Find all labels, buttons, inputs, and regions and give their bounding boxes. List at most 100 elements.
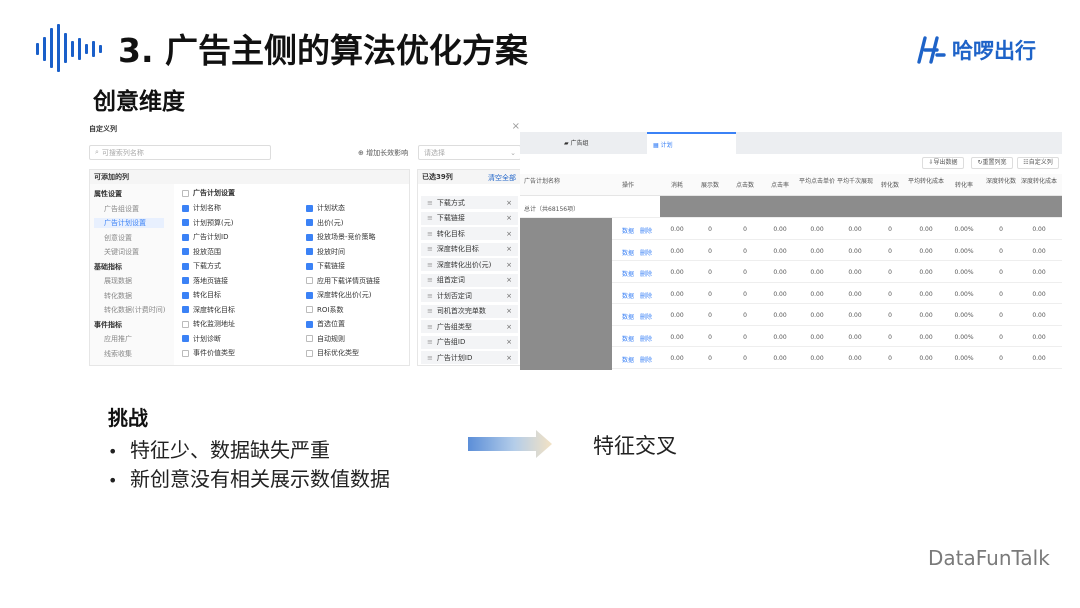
checkbox-checked[interactable] <box>182 262 189 270</box>
column-header[interactable]: 深度转化成本 <box>1020 178 1058 185</box>
drag-handle-icon[interactable]: ≡ <box>427 230 433 238</box>
column-option[interactable]: 计划名称 <box>182 203 221 213</box>
delete-link[interactable]: 删除 <box>640 291 652 300</box>
selected-column-item[interactable]: ≡ 司机首次完单数 × <box>421 304 518 318</box>
checkbox-checked[interactable] <box>182 291 189 299</box>
column-option[interactable]: 转化监测地址 <box>182 319 235 329</box>
data-link[interactable]: 数据 <box>622 226 634 235</box>
selected-column-item[interactable]: ≡ 下载链接 × <box>421 211 518 225</box>
data-link[interactable]: 数据 <box>622 312 634 321</box>
section-checkbox[interactable] <box>182 189 189 197</box>
column-header[interactable]: 转化数 <box>873 182 907 189</box>
nav-item[interactable]: 关键词设置 <box>104 247 139 257</box>
checkbox-checked[interactable] <box>306 320 313 328</box>
selected-column-item[interactable]: ≡ 广告组类型 × <box>421 320 518 333</box>
column-option[interactable]: 计划状态 <box>306 203 345 213</box>
drag-handle-icon[interactable]: ≡ <box>427 261 433 269</box>
drag-handle-icon[interactable]: ≡ <box>427 276 433 284</box>
delete-link[interactable]: 删除 <box>640 248 652 257</box>
selected-column-item[interactable]: ≡ 深度转化出价(元) × <box>421 258 518 271</box>
column-header[interactable]: 平均点击单价 <box>798 178 836 185</box>
nav-item[interactable]: 应用推广 <box>104 334 132 344</box>
selected-column-item[interactable]: ≡ 计划否定词 × <box>421 289 518 302</box>
checkbox-checked[interactable] <box>306 204 313 212</box>
dimension-select[interactable]: 请选择 ⌄ <box>418 145 521 160</box>
column-option[interactable]: 投放范围 <box>182 247 221 257</box>
column-option[interactable]: 计划诊断 <box>182 334 221 344</box>
column-option[interactable]: 下载方式 <box>182 261 221 271</box>
data-link[interactable]: 数据 <box>622 291 634 300</box>
reset-width-button[interactable]: ↻重置列宽 <box>971 157 1013 169</box>
column-header[interactable]: 深度转化数 <box>983 178 1019 185</box>
remove-icon[interactable]: × <box>506 323 512 331</box>
checkbox-checked[interactable] <box>182 233 189 241</box>
remove-icon[interactable]: × <box>506 307 512 315</box>
column-option[interactable]: 应用下载详情页链接 <box>306 276 380 286</box>
selected-column-item[interactable]: ≡ 广告组ID × <box>421 335 518 349</box>
nav-item[interactable]: 线索收集 <box>104 349 132 359</box>
column-option[interactable]: 转化目标 <box>182 290 221 300</box>
checkbox-checked[interactable] <box>306 219 313 226</box>
tab-plan[interactable]: ▦ 计划 <box>647 132 736 154</box>
selected-column-item[interactable]: ≡ 转化目标 × <box>421 227 518 240</box>
column-header[interactable]: 展示数 <box>692 182 728 189</box>
column-header[interactable]: 转化率 <box>946 182 982 189</box>
remove-icon[interactable]: × <box>506 276 512 284</box>
column-option[interactable]: 首选位置 <box>306 319 345 329</box>
checkbox-checked[interactable] <box>182 277 189 284</box>
checkbox-checked[interactable] <box>182 204 189 212</box>
remove-icon[interactable]: × <box>506 214 512 222</box>
nav-item[interactable]: 创意设置 <box>104 233 132 243</box>
drag-handle-icon[interactable]: ≡ <box>427 245 433 253</box>
selected-column-item[interactable]: ≡ 深度转化目标 × <box>421 242 518 256</box>
drag-handle-icon[interactable]: ≡ <box>427 214 433 222</box>
checkbox-checked[interactable] <box>182 335 189 342</box>
column-header[interactable]: 操作 <box>622 182 654 189</box>
column-option[interactable]: 落地页链接 <box>182 276 228 286</box>
remove-icon[interactable]: × <box>506 245 512 253</box>
column-option[interactable]: 深度转化出价(元) <box>306 290 371 300</box>
column-option[interactable]: ROI系数 <box>306 305 343 315</box>
delete-link[interactable]: 删除 <box>640 312 652 321</box>
checkbox-unchecked[interactable] <box>182 320 189 328</box>
column-option[interactable]: 事件价值类型 <box>182 348 235 358</box>
checkbox-unchecked[interactable] <box>306 349 313 357</box>
data-link[interactable]: 数据 <box>622 334 634 343</box>
drag-handle-icon[interactable]: ≡ <box>427 199 433 207</box>
add-dimension-link[interactable]: ⊕ 增加长效影响 <box>358 148 408 158</box>
delete-link[interactable]: 删除 <box>640 334 652 343</box>
remove-icon[interactable]: × <box>506 261 512 269</box>
remove-icon[interactable]: × <box>506 230 512 238</box>
drag-handle-icon[interactable]: ≡ <box>427 307 433 315</box>
drag-handle-icon[interactable]: ≡ <box>427 338 433 346</box>
data-link[interactable]: 数据 <box>622 269 634 278</box>
checkbox-unchecked[interactable] <box>306 277 313 284</box>
checkbox-checked[interactable] <box>306 262 313 270</box>
column-option[interactable]: 深度转化目标 <box>182 305 235 315</box>
checkbox-checked[interactable] <box>306 248 313 255</box>
nav-item[interactable]: 广告计划设置 <box>94 218 164 228</box>
nav-item[interactable]: 展现数据 <box>104 276 132 286</box>
checkbox-checked[interactable] <box>182 219 189 226</box>
export-button[interactable]: ⇩导出数据 <box>922 157 964 169</box>
remove-icon[interactable]: × <box>506 292 512 300</box>
selected-column-item[interactable]: ≡ 广告计划ID × <box>421 351 518 364</box>
nav-item[interactable]: 转化数据 <box>104 291 132 301</box>
column-option[interactable]: 计划预算(元) <box>182 218 233 228</box>
selected-column-item[interactable]: ≡ 下载方式 × <box>421 196 518 209</box>
column-header[interactable]: 广告计划名称 <box>524 178 604 185</box>
checkbox-unchecked[interactable] <box>306 306 313 313</box>
column-option[interactable]: 自动规则 <box>306 334 345 344</box>
checkbox-checked[interactable] <box>182 248 189 255</box>
checkbox-checked[interactable] <box>182 306 189 313</box>
clear-all-link[interactable]: 清空全部 <box>488 173 516 183</box>
close-icon[interactable]: × <box>512 121 520 132</box>
selected-column-item[interactable]: ≡ 组首定词 × <box>421 273 518 287</box>
column-header[interactable]: 消耗 <box>660 182 694 189</box>
delete-link[interactable]: 删除 <box>640 355 652 364</box>
column-option[interactable]: 投放时间 <box>306 247 345 257</box>
column-option[interactable]: 广告计划ID <box>182 232 228 242</box>
nav-item[interactable]: 转化数据(计费时间) <box>104 305 165 315</box>
column-option[interactable]: 投放场景-竞价策略 <box>306 232 376 242</box>
delete-link[interactable]: 删除 <box>640 269 652 278</box>
